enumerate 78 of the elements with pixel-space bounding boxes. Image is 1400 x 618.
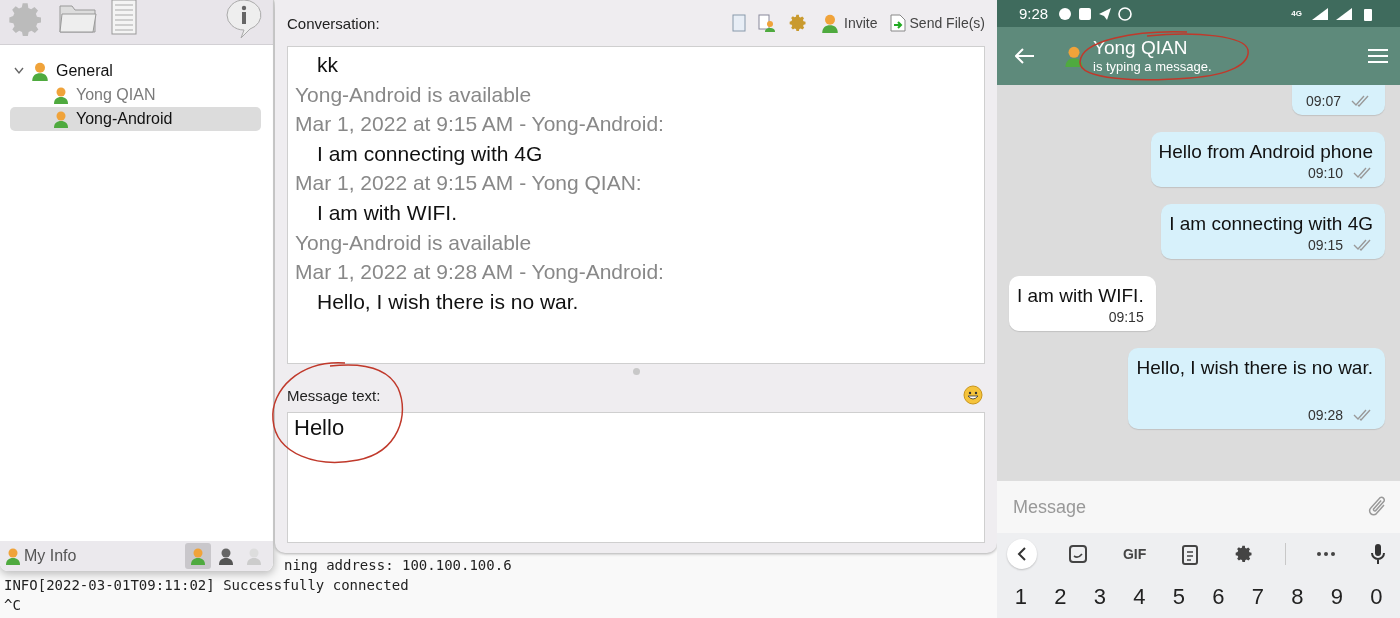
double-check-icon (1353, 409, 1373, 421)
conversation-label: Conversation: (287, 14, 381, 32)
message-label: Message text: (287, 386, 382, 404)
person-icon (1063, 45, 1085, 67)
info-icon[interactable] (225, 0, 263, 38)
double-check-icon (1351, 95, 1371, 107)
group-row[interactable]: General (14, 59, 261, 83)
number-key[interactable]: 3 (1089, 583, 1110, 610)
contact-name: Yong QIAN (1093, 37, 1189, 59)
person-icon (4, 547, 22, 565)
phone-bubble-icon (1118, 6, 1133, 21)
people-icon (30, 61, 50, 81)
person-icon (217, 547, 235, 565)
message-text: Hello, I wish there is no war. (316, 288, 580, 315)
double-check-icon (1353, 167, 1373, 179)
send-button[interactable]: Send File(s) (889, 14, 985, 32)
status-line: Mar 1, 2022 at 9:28 AM - Yong-Android: (295, 259, 665, 286)
number-key[interactable]: 9 (1326, 583, 1347, 610)
clipboard-icon (1181, 543, 1200, 565)
status-line: Mar 1, 2022 at 9:15 AM - Yong-Android: (295, 111, 665, 138)
my-info-label[interactable]: My Info (24, 547, 183, 565)
contact-info-icon (758, 14, 777, 32)
number-key[interactable]: 4 (1129, 583, 1150, 610)
message-input[interactable]: Hello (287, 412, 985, 543)
status-line: Yong-Android is available (295, 229, 533, 256)
message-time: 09:15 (1307, 237, 1343, 253)
splitter-handle[interactable] (632, 367, 640, 375)
invite-button[interactable]: Invite (820, 13, 878, 33)
settings-icon[interactable] (1234, 544, 1255, 564)
number-key[interactable]: 5 (1168, 583, 1189, 610)
number-key[interactable]: 8 (1287, 583, 1308, 610)
more-icon (1316, 552, 1335, 556)
message-time: 09:10 (1307, 165, 1343, 181)
bubble-text: I am connecting with 4G (1169, 213, 1373, 235)
person-icon (52, 110, 70, 128)
bubble-text: I am with WIFI. (1017, 285, 1144, 307)
document-icon (732, 14, 747, 32)
network-label: 4G (1291, 9, 1302, 18)
message-text: I am connecting with 4G (316, 140, 544, 167)
bubble-text: Hello, I wish there is no war. (1136, 357, 1373, 379)
person-icon (52, 86, 70, 104)
number-key[interactable]: 0 (1366, 583, 1387, 610)
sticker-icon (1067, 544, 1088, 564)
double-check-icon (1353, 239, 1373, 251)
person-icon (245, 547, 263, 565)
circle-notification-icon (1058, 6, 1073, 21)
smiley-icon[interactable] (963, 385, 983, 405)
add-people-icon (820, 13, 841, 33)
message-time: 09:28 (1307, 407, 1343, 423)
contact-row[interactable]: Yong-Android (10, 107, 261, 131)
terminal-line: INFO[2022-03-01T09:11:02] Successfully connected (4, 576, 409, 595)
status-line: Mar 1, 2022 at 9:15 AM - Yong QIAN: (295, 170, 643, 197)
message-time: 09:07 (1305, 93, 1341, 109)
back-arrow-icon[interactable] (1015, 48, 1035, 64)
typing-status: is typing a message. (1093, 59, 1212, 75)
message-text: kk (316, 52, 339, 78)
message-time: 09:15 (1108, 309, 1144, 325)
contact-row[interactable]: Yong QIAN (10, 83, 261, 107)
message-notification-icon (1078, 6, 1093, 21)
number-key[interactable]: 6 (1208, 583, 1229, 610)
chevron-left-icon (1017, 547, 1027, 561)
menu-icon[interactable] (1368, 48, 1388, 64)
terminal-line: ^C (4, 596, 21, 615)
chevron-down-icon[interactable] (14, 67, 24, 75)
microphone-icon (1369, 543, 1386, 565)
message-text: I am with WIFI. (316, 199, 458, 226)
number-key[interactable]: 1 (1010, 583, 1031, 610)
collapse-button[interactable] (1007, 539, 1037, 569)
paper-plane-icon (1098, 6, 1113, 21)
clock: 9:28 (1019, 5, 1049, 22)
bubble-text: Hello from Android phone (1158, 141, 1373, 163)
terminal-line: ning address: 100.100.100.6 (284, 556, 512, 575)
number-key[interactable]: 7 (1247, 583, 1268, 610)
status-line: Yong-Android is available (295, 81, 533, 108)
number-key[interactable]: 2 (1050, 583, 1071, 610)
send-file-icon (889, 14, 906, 32)
person-icon (189, 547, 207, 565)
gif-button[interactable]: GIF (1118, 539, 1151, 569)
